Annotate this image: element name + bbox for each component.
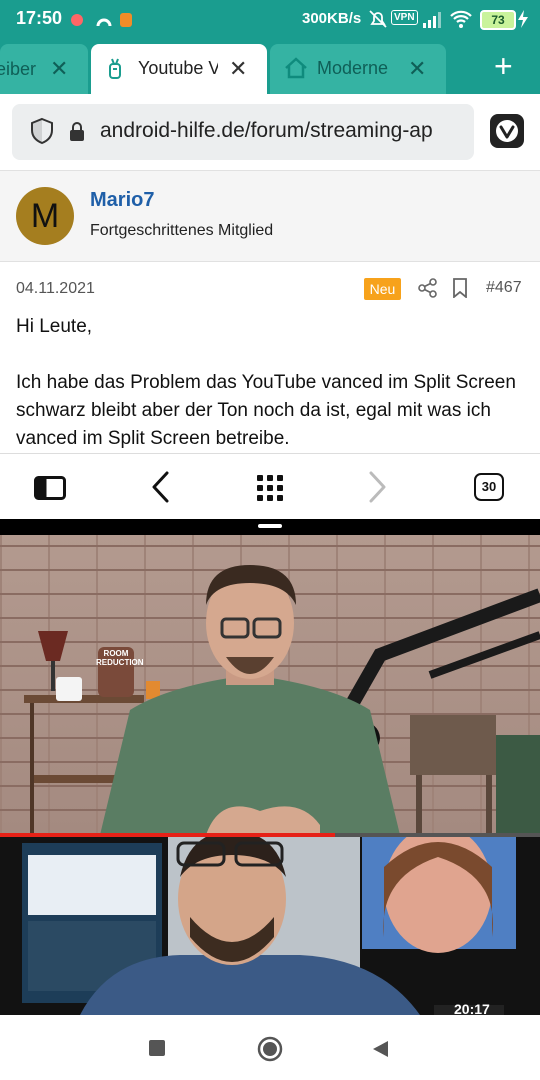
status-time: 17:50: [16, 8, 63, 28]
shield-icon[interactable]: [30, 117, 54, 145]
battery-icon: 73: [480, 10, 516, 30]
home-button[interactable]: [257, 1036, 283, 1062]
avatar[interactable]: M: [16, 187, 74, 245]
mute-icon: [369, 10, 387, 28]
post-body: Hi Leute, Ich habe das Problem das YouTu…: [16, 313, 520, 453]
user-role: Fortgeschrittenes Mitglied: [90, 222, 274, 239]
browser-toolbar: 30: [0, 453, 540, 520]
tab-switcher-button[interactable]: 30: [474, 473, 504, 501]
close-icon[interactable]: ✕: [229, 56, 247, 82]
system-nav-bar: [0, 1015, 540, 1080]
url-text: android-hilfe.de/forum/streaming-ap: [100, 119, 433, 142]
forum-favicon-icon: [109, 58, 121, 79]
panel-toggle-icon[interactable]: [34, 476, 66, 500]
lock-icon: [70, 122, 84, 141]
vivaldi-menu-icon[interactable]: [490, 114, 524, 148]
tab-inactive-right[interactable]: Moderne V ✕: [270, 44, 446, 94]
speed-dial-icon[interactable]: [256, 474, 284, 502]
vpn-icon: VPN: [391, 10, 418, 25]
bookmark-icon[interactable]: [452, 278, 468, 298]
address-bar-area: android-hilfe.de/forum/streaming-ap: [0, 94, 540, 170]
back-nav-button[interactable]: [370, 1039, 390, 1059]
split-handle[interactable]: [258, 524, 282, 528]
poster-text: ROOM REDUCTION: [96, 649, 144, 667]
network-speed: 300KB/s: [302, 10, 362, 27]
charging-icon: [518, 10, 528, 28]
post-text: Ich habe das Problem das YouTube vanced …: [16, 372, 516, 449]
thumbnail-illustration: [0, 837, 540, 1015]
close-icon[interactable]: ✕: [50, 56, 68, 82]
tab-bar: eiber ✕ Youtube V ✕ Moderne V ✕ +: [0, 38, 540, 94]
share-icon[interactable]: [418, 278, 438, 298]
forum-page: M Mario7 Fortgeschrittenes Mitglied 04.1…: [0, 170, 540, 453]
address-bar[interactable]: android-hilfe.de/forum/streaming-ap: [12, 104, 474, 160]
username-link[interactable]: Mario7: [90, 189, 154, 212]
new-badge: Neu: [364, 278, 401, 300]
forward-icon[interactable]: [366, 470, 390, 504]
tab-inactive-left[interactable]: eiber ✕: [0, 44, 88, 94]
tab-label: Moderne V: [317, 58, 393, 78]
signal-icon: [423, 12, 441, 28]
notification-icons: [71, 13, 132, 27]
new-tab-button[interactable]: +: [494, 48, 513, 84]
recents-button[interactable]: [149, 1040, 165, 1056]
tab-label: eiber: [0, 58, 37, 79]
next-video-thumbnail[interactable]: 20:17: [0, 837, 540, 1015]
tab-label: Youtube V: [138, 58, 218, 78]
wifi-icon: [450, 10, 472, 28]
user-header: M Mario7 Fortgeschrittenes Mitglied: [0, 170, 540, 262]
post-greeting: Hi Leute,: [16, 316, 93, 337]
post-date: 04.11.2021: [16, 280, 95, 297]
back-icon[interactable]: [148, 470, 172, 504]
video-frame-illustration: [24, 565, 540, 835]
video-duration: 20:17: [454, 1003, 490, 1015]
video-player[interactable]: ROOM REDUCTION: [0, 535, 540, 835]
tab-active[interactable]: Youtube V ✕: [91, 44, 267, 94]
close-icon[interactable]: ✕: [408, 56, 426, 82]
status-bar: 17:50 300KB/s VPN 73: [0, 0, 540, 38]
post-number-link[interactable]: #467: [486, 279, 522, 297]
home-icon: [285, 57, 307, 79]
